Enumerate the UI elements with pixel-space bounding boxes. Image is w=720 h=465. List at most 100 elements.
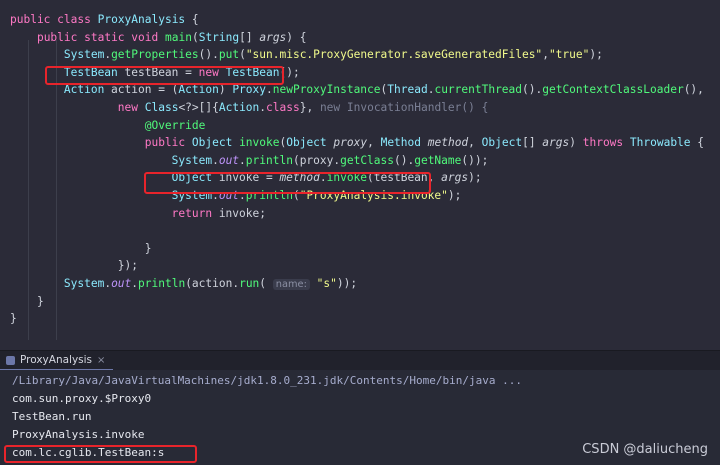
code-line: System.out.println(proxy.getClass().getN… — [10, 152, 489, 170]
code-token: newProxyInstance — [272, 83, 381, 97]
code-token: println — [138, 277, 186, 290]
code-token: public — [144, 136, 186, 150]
code-token: out — [111, 277, 132, 290]
code-token: getName — [414, 153, 462, 167]
code-token: getProperties — [111, 48, 199, 62]
code-line: public Object invoke(Object proxy, Metho… — [10, 134, 704, 152]
code-token: } — [10, 312, 17, 326]
code-token: ( — [239, 48, 246, 62]
code-token: (). — [198, 48, 219, 62]
code-token: (). — [522, 83, 543, 97]
run-tool-window-tabs: ProxyAnalysis × — [0, 350, 720, 371]
code-token: args — [441, 171, 469, 185]
code-token: ) — [218, 83, 233, 97]
code-token: . — [266, 83, 273, 97]
code-line: }); — [10, 257, 138, 275]
code-line: public static void main(String[] args) { — [10, 29, 307, 47]
code-token: return — [171, 206, 213, 220]
code-token: Class — [144, 101, 179, 114]
code-token: ); — [589, 48, 603, 62]
code-token: Thread — [387, 83, 428, 97]
code-token: getClass — [340, 153, 394, 167]
code-token: <?>[]{ — [178, 101, 219, 114]
code-token: System — [63, 48, 105, 62]
code-line: System.out.println(action.run( name: "s"… — [10, 275, 357, 293]
code-token: [] — [522, 136, 543, 150]
code-token: invoke; — [212, 206, 266, 220]
code-token: new — [117, 101, 138, 114]
code-token: Object — [191, 136, 233, 150]
highlight-box-output — [4, 445, 197, 463]
code-token: out — [218, 153, 240, 167]
code-token: }); — [10, 259, 138, 273]
code-line: public class ProxyAnalysis { — [10, 11, 199, 29]
code-token: invoke — [239, 136, 280, 150]
code-token: Action — [178, 83, 219, 97]
code-line: @Override — [10, 117, 206, 135]
code-line: } — [10, 293, 44, 311]
code-line: System.getProperties().put("sun.misc.Pro… — [10, 46, 603, 64]
code-token: (action. — [185, 277, 240, 290]
code-token: action = ( — [104, 83, 179, 97]
close-icon[interactable]: × — [97, 355, 105, 366]
code-token: public — [36, 30, 78, 44]
code-token: } — [10, 294, 44, 308]
code-token: System — [171, 153, 213, 167]
console-line: TestBean.run — [12, 410, 92, 423]
code-token: throws — [582, 136, 624, 150]
code-line: return invoke; — [10, 205, 266, 223]
code-token: , — [367, 136, 381, 150]
tab-label: ProxyAnalysis — [20, 354, 93, 366]
code-token: method — [427, 136, 469, 150]
code-token: run — [239, 277, 260, 290]
code-token: static — [84, 30, 125, 44]
code-token: getContextClassLoader — [542, 83, 684, 97]
console-line: com.sun.proxy.$Proxy0 — [12, 392, 152, 405]
code-token: public — [10, 13, 51, 26]
code-token: ) { — [286, 30, 307, 44]
tab-proxyanalysis[interactable]: ProxyAnalysis × — [0, 351, 114, 371]
code-token: System — [63, 277, 105, 290]
code-token: "s" — [316, 277, 337, 290]
code-editor[interactable]: public class ProxyAnalysis { public stat… — [0, 0, 720, 350]
code-token: name: — [272, 279, 310, 290]
code-token: { — [185, 13, 199, 26]
code-token: ) — [569, 136, 583, 150]
code-token: String — [198, 30, 240, 44]
code-token: class — [57, 13, 91, 26]
code-token: "sun.misc.ProxyGenerator.saveGeneratedFi… — [245, 48, 543, 62]
console-line: ProxyAnalysis.invoke — [12, 428, 145, 441]
code-token: ); — [447, 189, 462, 202]
code-token: . — [239, 153, 246, 167]
code-token: ProxyAnalysis — [97, 13, 186, 26]
code-token: . — [212, 153, 219, 167]
code-token: void — [131, 30, 159, 44]
code-token: )); — [336, 277, 358, 290]
code-token: Object — [286, 136, 327, 150]
code-token: (proxy. — [292, 153, 341, 167]
run-config-icon — [6, 355, 15, 365]
watermark: CSDN @daliucheng — [582, 442, 708, 457]
code-token: }, — [299, 101, 320, 114]
code-token: put — [218, 48, 240, 62]
code-token: ); — [468, 171, 482, 185]
code-token: Action — [218, 101, 260, 114]
code-token: "true" — [548, 48, 590, 62]
code-token: , — [542, 48, 549, 62]
code-token: ( — [191, 30, 199, 44]
code-token: [] — [239, 30, 260, 44]
code-token: ()); — [461, 153, 489, 167]
code-token: println — [245, 153, 293, 167]
code-token: Throwable — [629, 136, 691, 150]
